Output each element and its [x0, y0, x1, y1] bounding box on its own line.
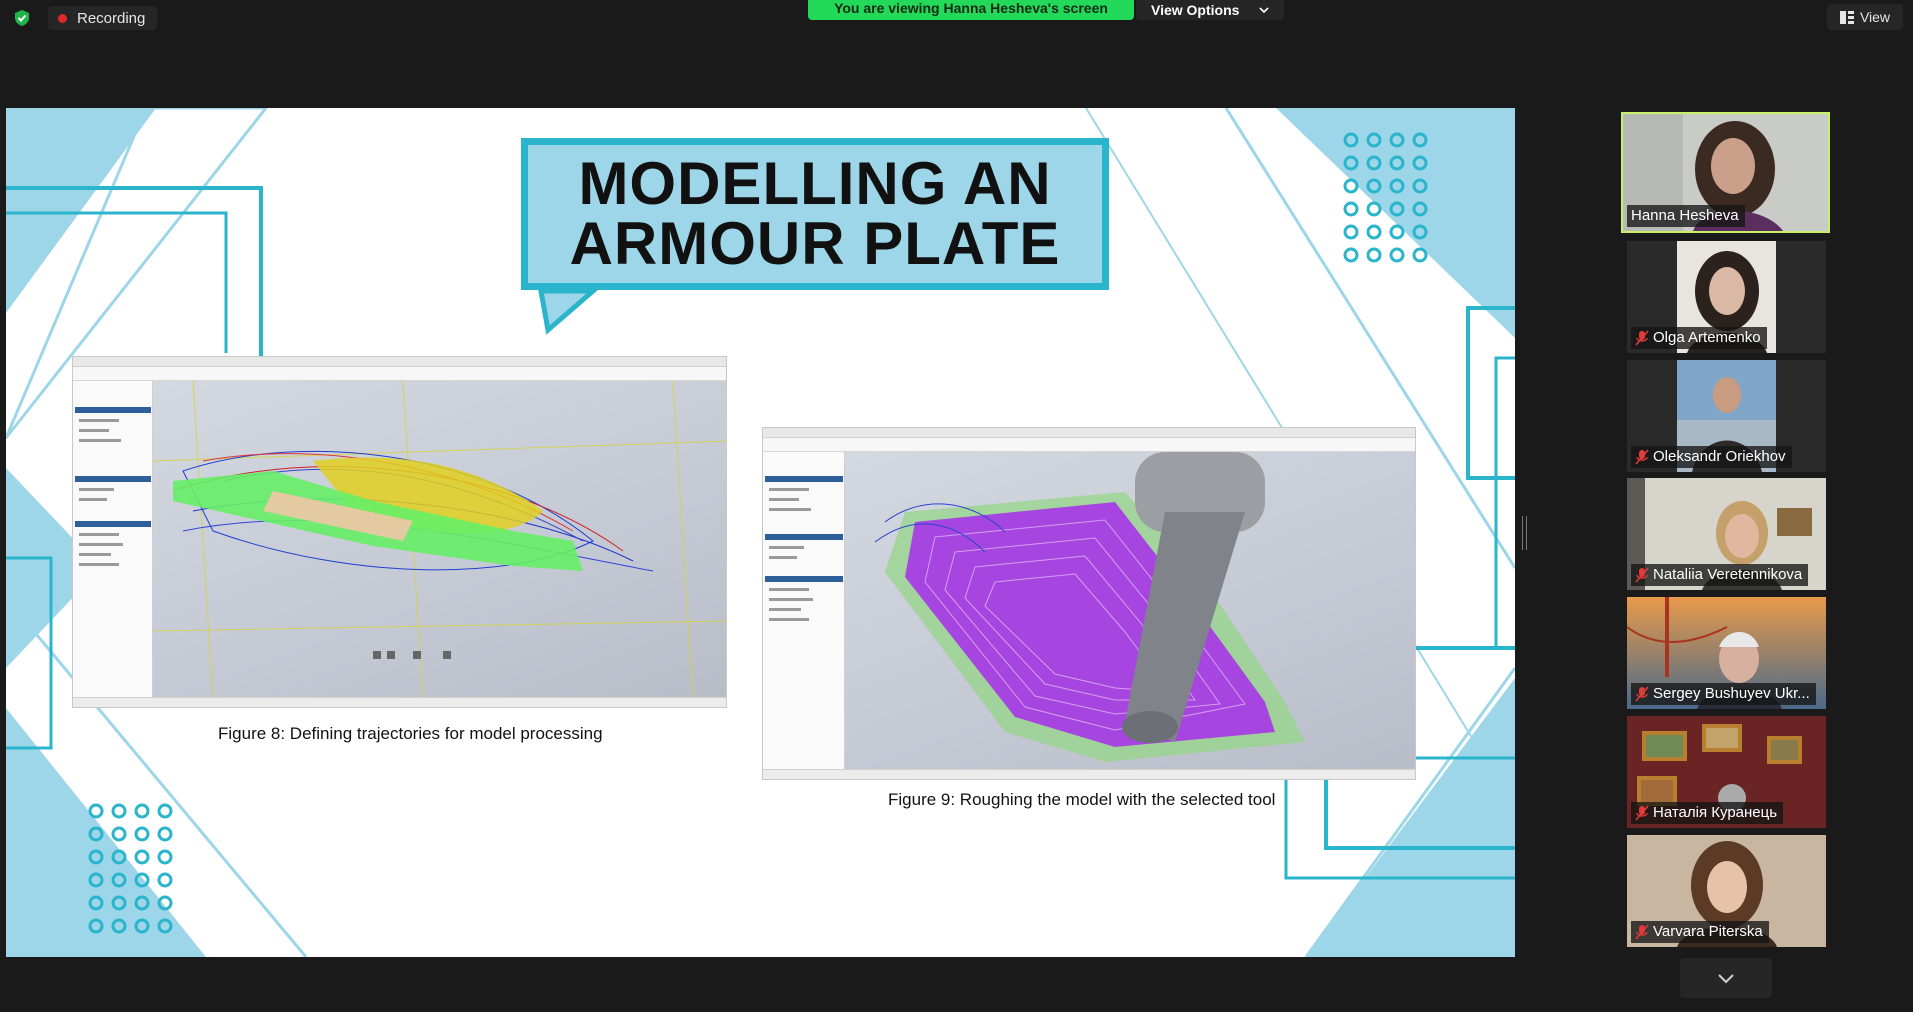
participant-tile[interactable]: Nataliia Veretennikova: [1627, 478, 1826, 590]
muted-mic-icon: [1635, 686, 1649, 702]
view-layout-button[interactable]: View: [1827, 4, 1903, 30]
participant-tile[interactable]: Varvara Piterska: [1627, 835, 1826, 947]
view-options-button[interactable]: View Options: [1136, 0, 1284, 20]
panel-resize-handle[interactable]: [1522, 516, 1527, 550]
participant-name: Sergey Bushuyev Ukr...: [1631, 683, 1816, 705]
cam-status-bar: [73, 697, 726, 707]
view-button-label: View: [1859, 9, 1891, 25]
figure-9-cam-screenshot: [762, 427, 1416, 780]
slide-title-line-1: MODELLING AN: [578, 150, 1052, 217]
participant-tile[interactable]: Oleksandr Oriekhov: [1627, 360, 1826, 472]
participant-tile[interactable]: Наталія Куранець: [1627, 716, 1826, 828]
participant-name: Olga Artemenko: [1631, 327, 1767, 349]
cam-viewport: [152, 380, 726, 700]
slide-title-line-2: ARMOUR PLATE: [569, 210, 1061, 277]
viewing-screen-banner: You are viewing Hanna Hesheva's screen: [808, 0, 1134, 20]
muted-mic-icon: [1635, 449, 1649, 465]
cam-title-bar: [73, 357, 726, 367]
participant-tile[interactable]: Hanna Hesheva: [1621, 112, 1830, 233]
recording-indicator[interactable]: Recording: [48, 6, 158, 30]
participant-name: Наталія Куранець: [1631, 802, 1784, 824]
shared-screen-slide: MODELLING AN ARMOUR PLATE Figure 8: Defi…: [6, 108, 1515, 957]
participant-tile[interactable]: Sergey Bushuyev Ukr...: [1627, 597, 1826, 709]
participant-name: Oleksandr Oriekhov: [1631, 446, 1792, 468]
cam-ribbon: [763, 438, 1415, 452]
cam-side-panel: [763, 452, 845, 769]
figure-8-cam-screenshot: [72, 356, 727, 708]
grid-view-icon: [1839, 10, 1854, 24]
view-options-label: View Options: [1151, 2, 1240, 18]
muted-mic-icon: [1635, 567, 1649, 583]
cam-ribbon: [73, 367, 726, 381]
cam-viewport: [845, 452, 1415, 769]
gallery-scroll-down-button[interactable]: [1680, 958, 1772, 998]
participant-name: Nataliia Veretennikova: [1631, 564, 1809, 586]
participant-name: Varvara Piterska: [1631, 921, 1769, 943]
cam-status-bar: [763, 769, 1415, 779]
chevron-down-icon: [1718, 973, 1734, 983]
participant-name: Hanna Hesheva: [1627, 205, 1745, 227]
figure-9-caption: Figure 9: Roughing the model with the se…: [888, 790, 1276, 809]
record-dot-icon: [58, 13, 67, 23]
slide-title-box: MODELLING AN ARMOUR PLATE: [521, 138, 1109, 290]
figure-8-caption: Figure 8: Defining trajectories for mode…: [218, 724, 603, 743]
cam-side-panel: [73, 381, 153, 697]
meeting-top-bar: Recording You are viewing Hanna Hesheva'…: [0, 0, 1913, 36]
recording-label: Recording: [77, 9, 146, 27]
muted-mic-icon: [1635, 330, 1649, 346]
cam-title-bar: [763, 428, 1415, 438]
muted-mic-icon: [1635, 805, 1649, 821]
participant-tile[interactable]: Olga Artemenko: [1627, 241, 1826, 353]
chevron-down-icon: [1259, 7, 1270, 14]
muted-mic-icon: [1635, 924, 1649, 940]
shield-check-icon[interactable]: [13, 9, 31, 27]
